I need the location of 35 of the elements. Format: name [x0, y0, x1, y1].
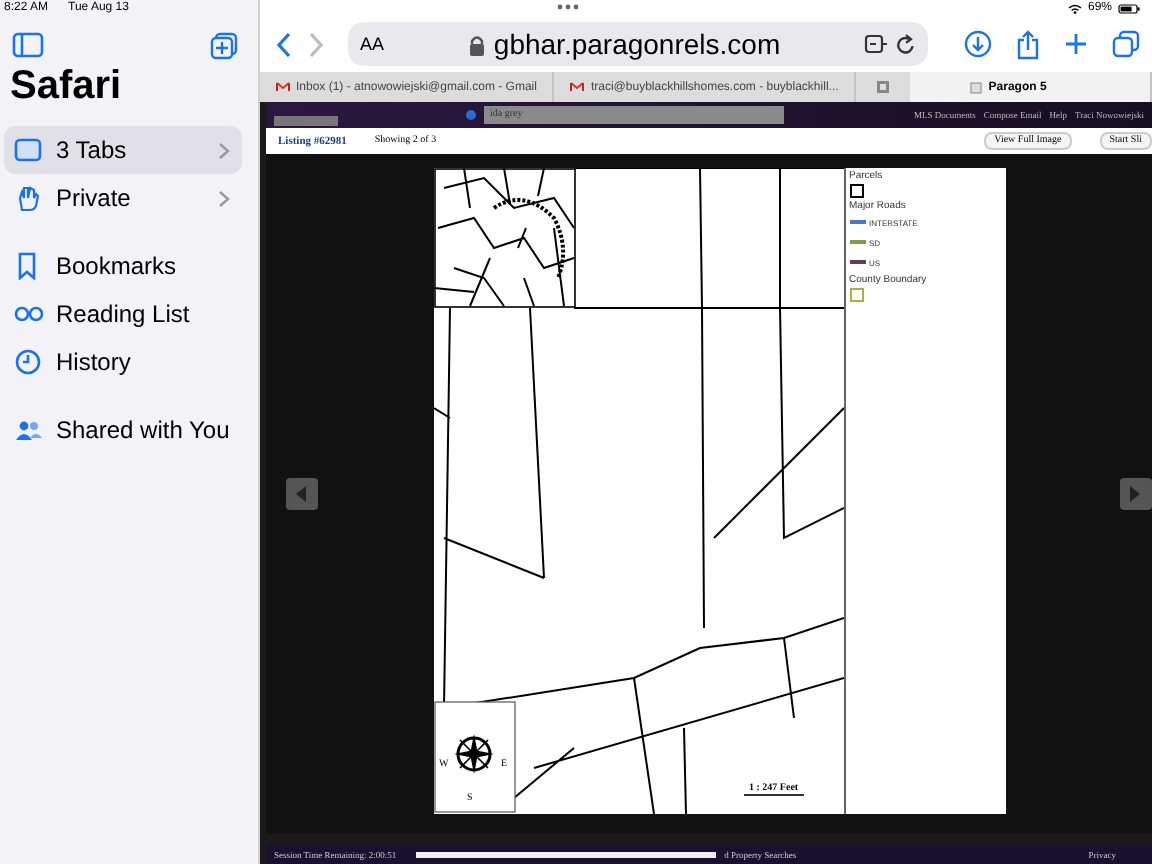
tabs-overview-icon[interactable]: [1112, 30, 1140, 58]
tabs-icon: [14, 136, 44, 164]
sidebar-item[interactable]: History: [4, 338, 242, 386]
triangle-icon: [296, 486, 308, 502]
sidebar-title: Safari: [10, 64, 124, 110]
address-field[interactable]: AA gbhar.paragonrels.com: [348, 22, 928, 66]
sidebar-item[interactable]: Private: [4, 174, 242, 222]
sidebar-item[interactable]: 3 Tabs: [4, 126, 242, 174]
sidebar-item[interactable]: Reading List: [4, 290, 242, 338]
lock-icon: [467, 33, 486, 55]
plus-icon[interactable]: [1064, 32, 1088, 56]
help-icon[interactable]: [466, 110, 476, 120]
new-tab-group-icon[interactable]: [210, 32, 238, 60]
back-icon[interactable]: [276, 31, 292, 57]
next-button[interactable]: [1120, 478, 1152, 510]
sidebar-icon[interactable]: [12, 32, 44, 58]
site-logo: [274, 116, 338, 126]
tab-overview-icon[interactable]: [876, 80, 891, 94]
triangle-icon: [1130, 486, 1142, 502]
battery-icon: [1118, 3, 1140, 13]
reader-icon[interactable]: [864, 34, 888, 54]
sidebar-item[interactable]: Bookmarks: [4, 242, 242, 290]
previous-button[interactable]: [286, 478, 318, 510]
mail-icon: [276, 82, 290, 92]
people-icon: [14, 416, 44, 444]
more-icon[interactable]: [556, 4, 580, 10]
mail-icon: [570, 82, 585, 92]
wifi-icon: [1067, 3, 1082, 13]
hand-icon: [14, 184, 44, 212]
download-icon[interactable]: [964, 30, 992, 58]
page-icon: [970, 81, 983, 93]
share-icon[interactable]: [1016, 29, 1040, 59]
sidebar-item[interactable]: Shared with You: [4, 406, 242, 454]
clock-icon: [14, 348, 44, 376]
reload-icon[interactable]: [896, 33, 916, 55]
